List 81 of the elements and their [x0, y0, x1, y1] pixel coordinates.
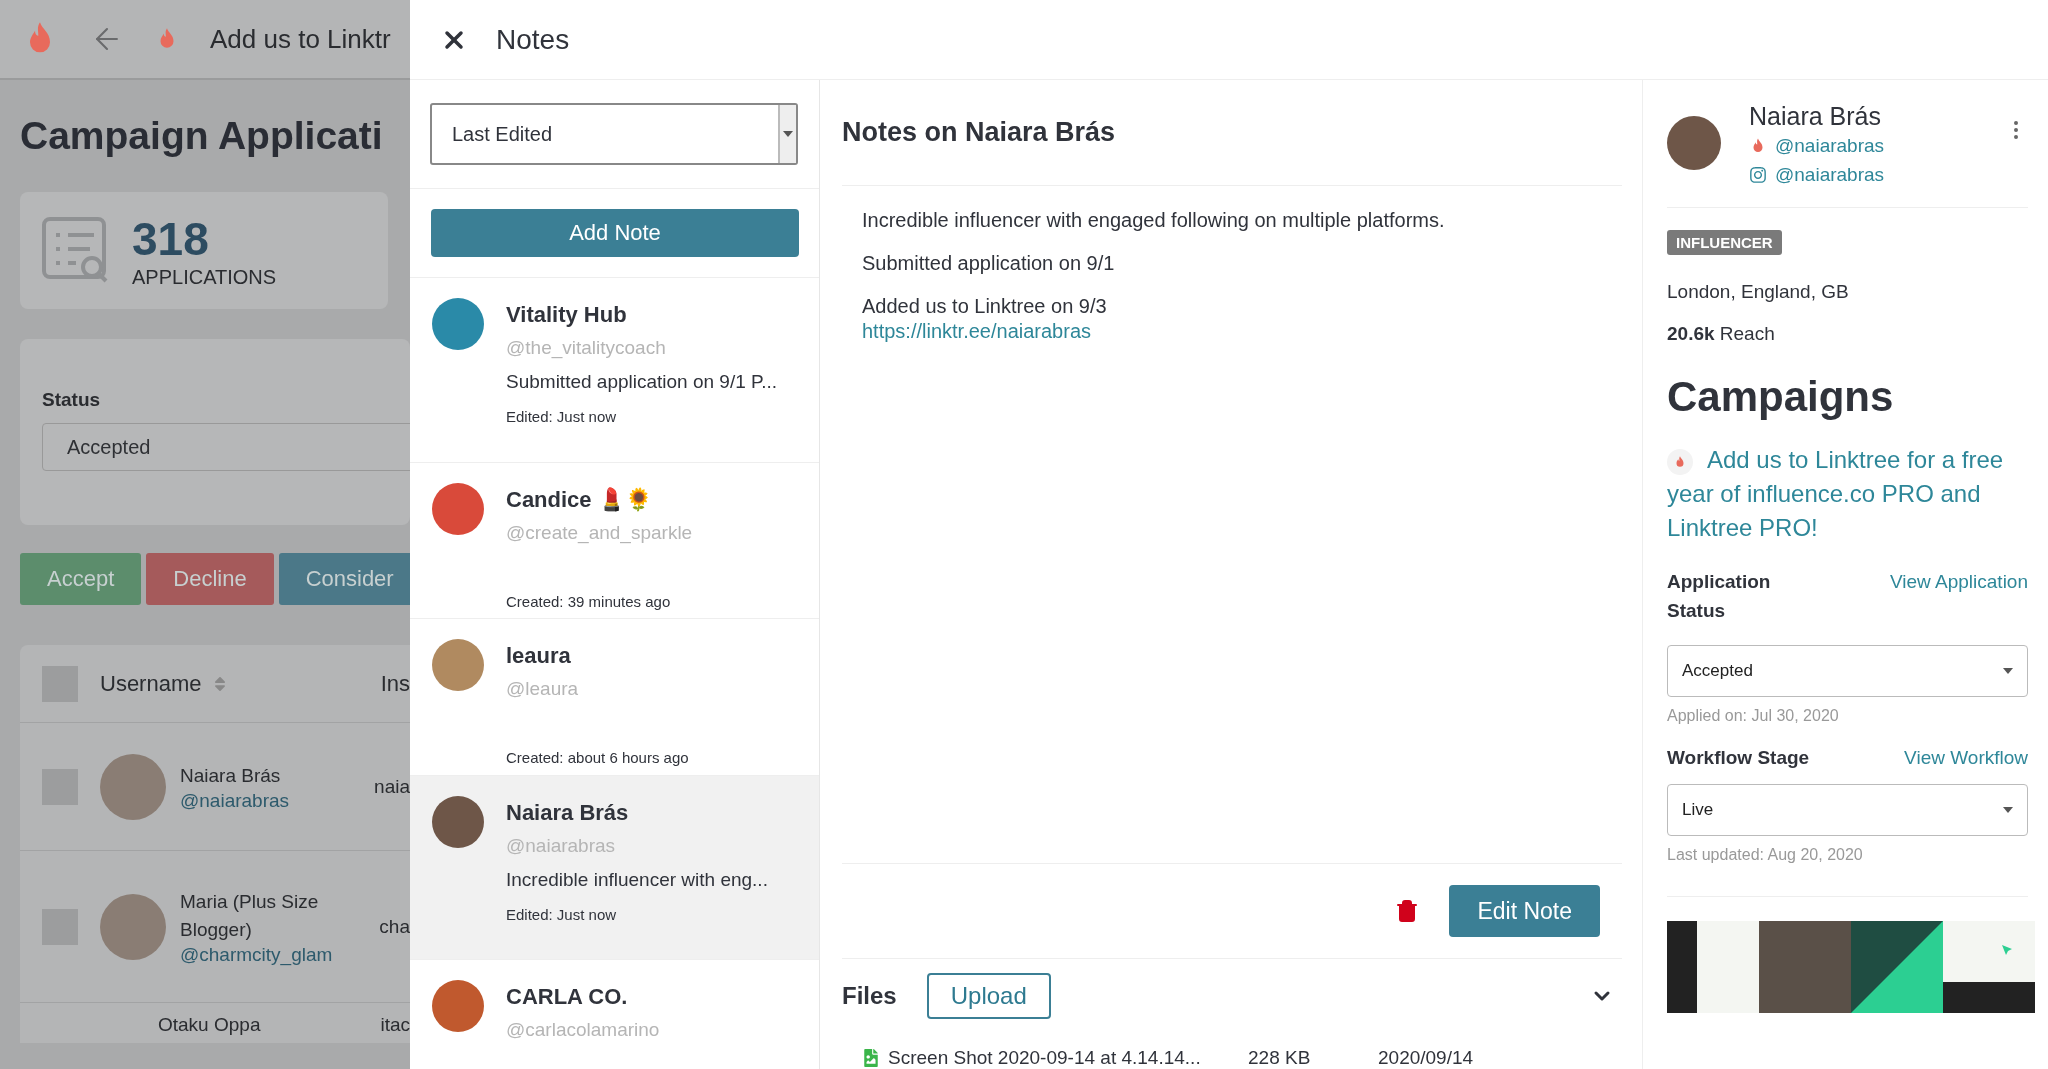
avatar — [432, 298, 484, 350]
column-header: Ins — [380, 670, 410, 697]
note-handle: @the_vitalitycoach — [506, 336, 667, 361]
upload-button[interactable]: Upload — [926, 973, 1051, 1019]
table-cell-text: itac — [380, 1013, 410, 1037]
profile-name: Naiara Brás — [1749, 102, 1882, 131]
accept-button[interactable]: Accept — [20, 553, 142, 605]
column-header[interactable]: Username — [100, 670, 202, 697]
status-label: Status — [42, 389, 102, 411]
add-note-button[interactable]: Add Note — [431, 209, 799, 257]
instagram-icon — [1749, 165, 1767, 184]
applied-date: Applied on: Jul 30, 2020 — [1667, 707, 1840, 725]
workflow-stage-label: Workflow Stage — [1667, 746, 1810, 770]
note-author: CARLA CO. — [506, 983, 629, 1011]
avatar — [432, 796, 484, 848]
note-timestamp: Edited: Just now — [506, 906, 618, 923]
campaigns-heading: Campaigns — [1667, 373, 1895, 421]
username-cell-text: Otaku Oppa — [158, 1013, 262, 1037]
reach-text: 20.6k Reach — [1667, 323, 1776, 345]
files-title: Files — [842, 982, 897, 1010]
linktree-link[interactable]: https://linktr.ee/naiarabras — [862, 320, 1091, 342]
handle-link[interactable]: @naiarabras — [180, 789, 330, 812]
profile-handle-link[interactable]: @naiarabras — [1749, 131, 1885, 160]
avatar — [432, 483, 484, 535]
delete-icon[interactable] — [1395, 899, 1420, 923]
handle-link[interactable]: @charmcity_glam — [180, 943, 330, 966]
note-author: Vitality Hub — [506, 301, 628, 329]
influencer-tag: INFLUENCER — [1667, 230, 1782, 255]
file-size: 228 KB — [1248, 1047, 1312, 1069]
profile-handle-link[interactable]: @naiarabras — [1749, 160, 1885, 189]
note-timestamp: Created: about 6 hours ago — [506, 749, 689, 766]
drawer-title: Notes — [496, 23, 570, 56]
note-timestamp: Edited: Just now — [506, 408, 618, 425]
applications-count: 318 — [132, 212, 210, 266]
note-handle: @create_and_sparkle — [506, 521, 693, 546]
username-cell-text: Maria (Plus Size Blogger) — [180, 889, 320, 942]
caret-icon — [2003, 668, 2013, 674]
avatar — [432, 980, 484, 1032]
row-checkbox[interactable] — [42, 908, 78, 945]
view-workflow-link[interactable]: View Workflow — [1904, 743, 2028, 772]
table-cell-text: cha — [379, 914, 410, 939]
dropdown-caret-icon — [783, 131, 793, 137]
table-cell-text: naia — [374, 774, 410, 799]
application-status-label: Application Status — [1667, 570, 1772, 623]
status-select[interactable]: Accepted — [42, 423, 410, 471]
consider-button[interactable]: Consider — [278, 553, 410, 605]
note-author: Naiara Brás — [506, 799, 630, 827]
note-title: Notes on Naiara Brás — [842, 80, 1622, 186]
note-preview: Submitted application on 9/1 P... — [506, 370, 778, 394]
file-date: 2020/09/14 — [1378, 1047, 1474, 1069]
application-status-select[interactable]: Accepted — [1667, 645, 2028, 697]
last-updated-date: Last updated: Aug 20, 2020 — [1667, 846, 1864, 864]
note-author: leaura — [506, 642, 572, 670]
view-application-link[interactable]: View Application — [1889, 567, 2028, 596]
note-paragraph: Added us to Linktree on 9/3 https://linktr.ee/naiarabras — [862, 294, 1108, 344]
note-item[interactable]: Naiara Brás @naiarabras Incredible influencer with eng... Edited: Just now — [410, 775, 819, 959]
note-handle: @leaura — [506, 677, 580, 701]
row-checkbox[interactable] — [42, 768, 78, 805]
edit-note-button[interactable]: Edit Note — [1449, 885, 1600, 937]
applications-label: APPLICATIONS — [132, 266, 277, 289]
note-handle: @naiarabras — [506, 834, 617, 858]
campaign-link[interactable]: Add us to Linktree for a free year of influence.co PRO and Linktree PRO! — [1667, 443, 2028, 545]
username-cell-text: Naiara Brás — [180, 763, 282, 788]
profile-avatar — [1667, 116, 1721, 170]
decline-button[interactable]: Decline — [146, 553, 274, 605]
image-file-icon — [862, 1049, 880, 1067]
note-handle: @carlacolamarino — [506, 1018, 660, 1042]
caret-icon — [2003, 807, 2013, 813]
workflow-stage-select[interactable]: Live — [1667, 784, 2028, 836]
note-timestamp: Created: 39 minutes ago — [506, 593, 672, 610]
sort-select[interactable]: Last Edited — [430, 103, 798, 165]
avatar — [432, 639, 484, 691]
campaign-title: Add us to Linktr — [210, 23, 391, 55]
file-name[interactable]: Screen Shot 2020-09-14 at 4.14.14... — [888, 1047, 1248, 1069]
note-paragraph: Submitted application on 9/1 — [862, 251, 1116, 276]
note-author: Candice 💄🌻 — [506, 486, 653, 514]
note-preview: Incredible influencer with eng... — [506, 868, 768, 892]
location-text: London, England, GB — [1667, 281, 1850, 303]
select-all-checkbox[interactable] — [42, 665, 78, 702]
page-heading: Campaign Applicati — [20, 114, 384, 158]
note-paragraph: Incredible influencer with engaged following on multiple platforms. — [862, 208, 1446, 233]
